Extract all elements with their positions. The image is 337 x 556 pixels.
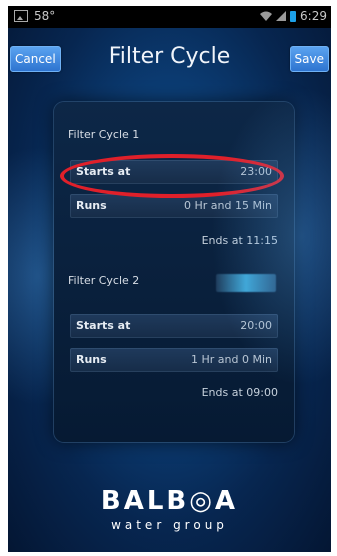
status-bar: 58° 6:29 — [8, 6, 331, 28]
balboa-logo: BALB◎A water group — [8, 486, 331, 532]
image-icon — [14, 10, 28, 22]
cycle-2-ends: Ends at 09:00 — [201, 386, 278, 399]
runs-label: Runs — [76, 353, 107, 366]
highlight-ellipse — [60, 154, 284, 198]
runs-value: 0 Hr and 15 Min — [184, 199, 272, 212]
signal-icon — [276, 11, 287, 21]
save-button[interactable]: Save — [289, 46, 329, 72]
wifi-icon — [260, 11, 273, 21]
cycle-2-runs-row[interactable]: Runs 1 Hr and 0 Min — [70, 348, 278, 372]
clock: 6:29 — [300, 9, 327, 23]
filter-cycle-1-label: Filter Cycle 1 — [68, 128, 140, 141]
logo-brand: BALB◎A — [100, 486, 239, 516]
top-bar: Cancel Filter Cycle Save — [8, 28, 331, 86]
page-title: Filter Cycle — [108, 44, 231, 69]
filter-cycle-2-toggle[interactable] — [216, 274, 276, 292]
runs-label: Runs — [76, 199, 107, 212]
cycle-2-starts-row[interactable]: Starts at 20:00 — [70, 314, 278, 338]
starts-label: Starts at — [76, 319, 131, 332]
logo-tagline: water group — [111, 518, 228, 532]
status-indicator: 58° — [34, 9, 56, 23]
runs-value: 1 Hr and 0 Min — [191, 353, 272, 366]
battery-icon — [290, 10, 297, 22]
starts-value: 20:00 — [240, 319, 272, 332]
starts-value: 23:00 — [240, 165, 272, 178]
filter-cycle-2-label: Filter Cycle 2 — [68, 274, 140, 287]
app-screen: 58° 6:29 Cancel Filter Cycle Save Filter… — [8, 6, 331, 552]
cycle-1-ends: Ends at 11:15 — [201, 234, 278, 247]
filter-cycle-panel: Filter Cycle 1 Starts at 23:00 Runs 0 Hr… — [54, 102, 294, 442]
